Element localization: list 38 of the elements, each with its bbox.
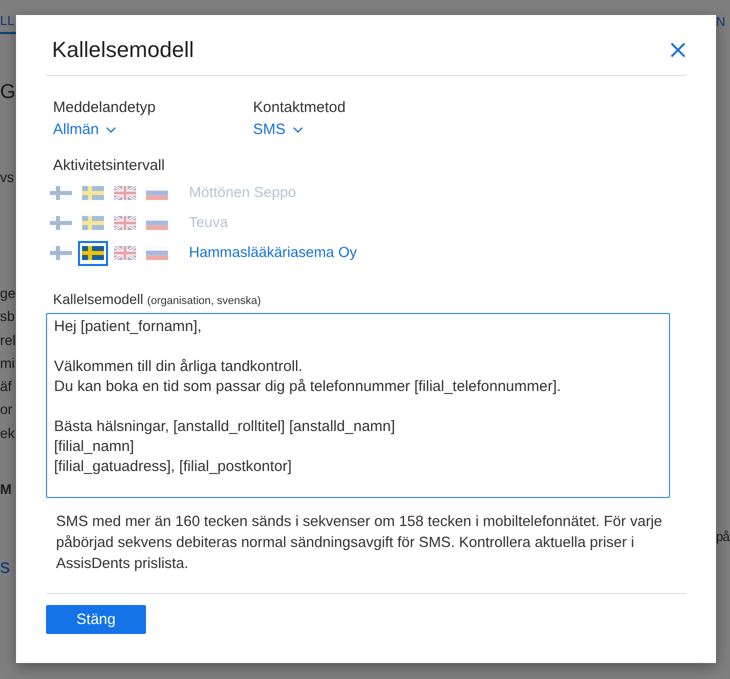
finnish-flag-icon: [50, 246, 72, 260]
text-fragment: sb: [0, 307, 16, 326]
text-fragment: ge: [0, 284, 16, 303]
bold-text-fragment: M: [0, 480, 13, 500]
finnish-flag-icon: [50, 216, 72, 230]
close-icon: [670, 42, 686, 58]
text-fragment: på: [716, 528, 730, 546]
british-flag-icon: [114, 246, 136, 260]
chevron-down-icon: [292, 127, 303, 133]
text-fragment: äf: [0, 377, 13, 396]
close-button[interactable]: [670, 42, 686, 58]
swedish-flag-icon: [82, 186, 104, 200]
dialog-title: Kallelsemodell: [52, 36, 194, 64]
field-label: Kontaktmetod: [253, 98, 347, 118]
dropdown[interactable]: Allmän: [53, 119, 116, 141]
template-field[interactable]: Hej [patient_fornamn], Välkommen till din årliga tandkontroll. Du kan boka en tid som passar dig på telefonnummer [filial_telefonnummer]. Bästa hälsningar, [anstalld_rolltitel] [anstalld_namn] [filial_namn] [filial_gatuadress], [filial_postkontor]: [46, 313, 670, 498]
field-label: Meddelandetyp: [53, 98, 157, 118]
link[interactable]: s: [0, 553, 16, 582]
heading-text: G: [0, 80, 16, 105]
info-text: SMS med mer än 160 tecken sänds i sekvenser om 158 tecken i mobiltelefonnätet. För varje påbörjad sekvens debiteras normal sändningsavgift för SMS. Kontrollera aktuella priser i AssisDents prislista.: [55, 513, 664, 574]
dropdown[interactable]: SMS: [253, 119, 303, 141]
field-label: Kallelsemodell (organisation, svenska): [52, 290, 262, 309]
name-link[interactable]: Hammaslääkäriasema Oy: [189, 242, 357, 264]
text-fragment: ek: [0, 424, 16, 443]
british-flag-icon: [114, 186, 136, 200]
section-label: Aktivitetsintervall: [52, 156, 166, 176]
text-fragment: mi: [0, 354, 16, 373]
text-fragment: vs: [0, 168, 15, 187]
british-flag-icon: [114, 216, 136, 230]
tab[interactable]: N: [716, 0, 730, 35]
close-button[interactable]: Stäng: [46, 605, 146, 634]
chevron-down-icon: [106, 127, 116, 133]
text-fragment: or: [0, 400, 14, 420]
swedish-flag-icon: [82, 216, 104, 230]
swedish-flag-icon: [82, 246, 104, 260]
finnish-flag-icon: [50, 186, 72, 200]
language-flag-button[interactable]: [78, 240, 108, 266]
text-fragment: rel: [0, 330, 16, 350]
